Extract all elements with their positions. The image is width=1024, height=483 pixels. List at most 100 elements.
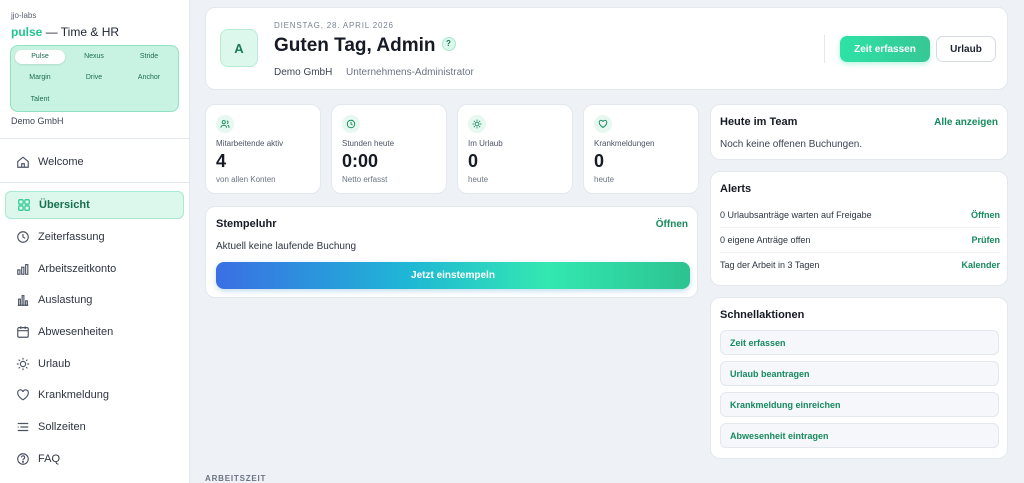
welcome-header-card: A DIENSTAG, 28. APRIL 2026 Guten Tag, Ad… bbox=[205, 7, 1008, 90]
stat-subtext: heute bbox=[468, 175, 489, 184]
alert-action-link[interactable]: Prüfen bbox=[971, 235, 1000, 245]
sidebar-item-label: Urlaub bbox=[38, 358, 71, 370]
quick-action-request-vacation[interactable]: Urlaub beantragen bbox=[720, 361, 999, 386]
sidebar-item-label: Zeiterfassung bbox=[38, 231, 105, 243]
module-switcher: Pulse Nexus Stride Margin Drive Anchor T… bbox=[10, 45, 179, 112]
quick-action-submit-sick-note[interactable]: Krankmeldung einreichen bbox=[720, 392, 999, 417]
company-name: Demo GmbH bbox=[274, 67, 333, 78]
sidebar-item-auslastung[interactable]: Auslastung bbox=[5, 286, 184, 314]
stat-subtext: Netto erfasst bbox=[342, 175, 388, 184]
clock-in-button[interactable]: Jetzt einstempeln bbox=[216, 262, 690, 289]
card-title: Schnellaktionen bbox=[720, 309, 805, 321]
stat-label: Im Urlaub bbox=[468, 139, 503, 148]
stat-card-employees: Mitarbeitende aktiv 4 von allen Konten bbox=[205, 104, 321, 194]
stat-value: 0 bbox=[594, 151, 605, 171]
calendar-icon bbox=[16, 325, 30, 339]
brand-subtitle: — Time & HR bbox=[42, 25, 120, 39]
quick-action-record-time[interactable]: Zeit erfassen bbox=[720, 330, 999, 355]
module-talent[interactable]: Talent bbox=[15, 93, 65, 107]
sidebar-item-label: Abwesenheiten bbox=[38, 326, 114, 338]
brand-pulse: pulse bbox=[11, 25, 43, 39]
sidebar-item-faq[interactable]: FAQ bbox=[5, 445, 184, 473]
sidebar-item-zeiterfassung[interactable]: Zeiterfassung bbox=[5, 223, 184, 251]
heart-icon bbox=[16, 388, 30, 402]
stat-label: Mitarbeitende aktiv bbox=[216, 139, 284, 148]
stat-subtext: heute bbox=[594, 175, 615, 184]
show-all-link[interactable]: Alle anzeigen bbox=[934, 117, 998, 128]
team-status: Noch keine offenen Buchungen. bbox=[720, 139, 863, 150]
sidebar-item-arbeitszeitkonto[interactable]: Arbeitszeitkonto bbox=[5, 255, 184, 283]
sidebar-item-urlaub[interactable]: Urlaub bbox=[5, 350, 184, 378]
header-divider bbox=[824, 35, 825, 63]
sidebar-item-label: Arbeitszeitkonto bbox=[38, 263, 117, 275]
alert-text: 0 eigene Anträge offen bbox=[720, 235, 811, 245]
stat-card-hours: Stunden heute 0:00 Netto erfasst bbox=[331, 104, 447, 194]
stat-value: 0 bbox=[468, 151, 479, 171]
app-brand: pulse — Time & HR bbox=[11, 25, 119, 39]
module-pulse[interactable]: Pulse bbox=[15, 50, 65, 64]
alert-text: 0 Urlaubsanträge warten auf Freigabe bbox=[720, 210, 872, 220]
sidebar-item-label: Sollzeiten bbox=[38, 421, 86, 433]
sidebar-item-label: Krankmeldung bbox=[38, 389, 109, 401]
org-slug: jjo-labs bbox=[11, 11, 37, 20]
card-title: Stempeluhr bbox=[216, 218, 277, 230]
org-name: Demo GmbH bbox=[11, 116, 64, 126]
stat-label: Stunden heute bbox=[342, 139, 395, 148]
section-heading: ARBEITSZEIT bbox=[205, 474, 267, 483]
stat-card-sick: Krankmeldungen 0 heute bbox=[583, 104, 699, 194]
sidebar-item-label: Auslastung bbox=[38, 294, 93, 306]
alert-action-link[interactable]: Kalender bbox=[961, 260, 1000, 270]
sidebar-divider bbox=[0, 138, 190, 139]
vacation-button[interactable]: Urlaub bbox=[936, 36, 996, 62]
alert-row: Tag der Arbeit in 3 Tagen Kalender bbox=[720, 252, 1000, 277]
bar-chart-icon bbox=[16, 262, 30, 276]
greeting-text: Guten Tag, Admin bbox=[274, 35, 436, 56]
clock-icon bbox=[342, 115, 360, 133]
stat-card-vacation: Im Urlaub 0 heute bbox=[457, 104, 573, 194]
sliders-icon bbox=[16, 420, 30, 434]
stat-subtext: von allen Konten bbox=[216, 175, 276, 184]
sidebar-item-label: Übersicht bbox=[39, 199, 90, 211]
time-clock-status: Aktuell keine laufende Buchung bbox=[216, 241, 357, 252]
quick-actions-card: Schnellaktionen Zeit erfassen Urlaub bea… bbox=[710, 297, 1008, 459]
quick-action-add-absence[interactable]: Abwesenheit eintragen bbox=[720, 423, 999, 448]
page-title: Guten Tag, Admin? bbox=[274, 35, 456, 57]
module-anchor[interactable]: Anchor bbox=[124, 71, 174, 85]
alert-row: 0 Urlaubsanträge warten auf Freigabe Öff… bbox=[720, 203, 1000, 228]
time-clock-card: Stempeluhr Öffnen Aktuell keine laufende… bbox=[205, 206, 698, 298]
grid-icon bbox=[17, 198, 31, 212]
sidebar-divider bbox=[0, 182, 190, 183]
record-time-button[interactable]: Zeit erfassen bbox=[840, 36, 930, 62]
heart-icon bbox=[594, 115, 612, 133]
alerts-card: Alerts 0 Urlaubsanträge warten auf Freig… bbox=[710, 171, 1008, 286]
team-today-card: Heute im Team Alle anzeigen Noch keine o… bbox=[710, 104, 1008, 160]
alert-action-link[interactable]: Öffnen bbox=[971, 210, 1000, 220]
sidebar-item-label: FAQ bbox=[38, 453, 61, 465]
home-icon bbox=[16, 155, 30, 169]
sidebar-item-krankmeldung[interactable]: Krankmeldung bbox=[5, 381, 184, 409]
alert-row: 0 eigene Anträge offen Prüfen bbox=[720, 228, 1000, 253]
stat-label: Krankmeldungen bbox=[594, 139, 655, 148]
module-stride[interactable]: Stride bbox=[124, 50, 174, 64]
sidebar-item-uebersicht[interactable]: Übersicht bbox=[5, 191, 184, 219]
sidebar-item-sollzeiten[interactable]: Sollzeiten bbox=[5, 413, 184, 441]
sun-icon bbox=[16, 357, 30, 371]
module-drive[interactable]: Drive bbox=[69, 71, 119, 85]
sidebar-item-abwesenheiten[interactable]: Abwesenheiten bbox=[5, 318, 184, 346]
stat-value: 0:00 bbox=[342, 151, 379, 171]
stat-value: 4 bbox=[216, 151, 227, 171]
sidebar: jjo-labs pulse — Time & HR Pulse Nexus S… bbox=[0, 0, 190, 483]
card-title: Heute im Team bbox=[720, 116, 798, 128]
help-icon[interactable]: ? bbox=[441, 36, 456, 51]
avatar: A bbox=[220, 29, 258, 67]
open-time-clock-link[interactable]: Öffnen bbox=[656, 219, 688, 230]
sidebar-item-welcome[interactable]: Welcome bbox=[5, 148, 184, 176]
current-date: DIENSTAG, 28. APRIL 2026 bbox=[274, 21, 394, 30]
alert-text: Tag der Arbeit in 3 Tagen bbox=[720, 259, 820, 270]
help-circle-icon bbox=[16, 452, 30, 466]
module-margin[interactable]: Margin bbox=[15, 71, 65, 85]
module-nexus[interactable]: Nexus bbox=[69, 50, 119, 64]
card-title: Alerts bbox=[720, 183, 752, 195]
clock-icon bbox=[16, 230, 30, 244]
columns-chart-icon bbox=[16, 293, 30, 307]
